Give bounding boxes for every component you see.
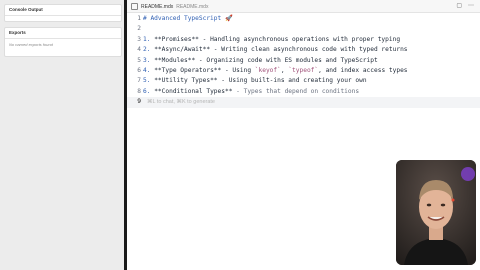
code-line[interactable]: 6 4. **Type Operators** - Using `keyof`, … (127, 66, 480, 76)
exports-panel: Exports No named exports found (4, 27, 122, 57)
more-actions-icon[interactable]: ⋯ (468, 2, 474, 9)
inline-ai-hint: ⌘L to chat, ⌘K to generate (147, 99, 215, 106)
code-line[interactable]: 4 2. **Async/Await** - Writing clean asyn… (127, 45, 480, 55)
console-output-title: Console Output (5, 5, 121, 16)
tab-actions: ▢ ⋯ (456, 2, 474, 9)
file-icon (131, 3, 138, 10)
line-text: 5. **Utility Types** - Using built-ins a… (143, 77, 367, 85)
console-output-panel: Console Output (4, 4, 122, 22)
line-text: 2. **Async/Await** - Writing clean async… (143, 46, 408, 54)
line-number: 3 (137, 35, 141, 43)
left-panel: Console Output Exports No named exports … (0, 0, 124, 270)
code-line[interactable]: 8 6. **Conditional Types** - Types that d… (127, 87, 480, 97)
line-number: 4 (137, 46, 141, 54)
code-line[interactable]: 1 # Advanced TypeScript 🚀 (127, 14, 480, 24)
exports-empty-text: No named exports found (9, 42, 53, 47)
line-number: 6 (137, 66, 141, 74)
line-number: 8 (137, 87, 141, 95)
tab-bar: README.mdx README.mdx ▢ ⋯ (127, 0, 480, 13)
line-number: 9 (137, 98, 141, 106)
line-number: 7 (137, 77, 141, 85)
code-line[interactable]: 7 5. **Utility Types** - Using built-ins … (127, 76, 480, 86)
exports-title: Exports (5, 28, 121, 39)
split-editor-icon[interactable]: ▢ (456, 2, 462, 9)
line-text: 1. **Promises** - Handling asynchronous … (143, 35, 401, 43)
line-text: 4. **Type Operators** - Using `keyof`, `… (143, 66, 408, 74)
tab-path: README.mdx (176, 3, 209, 10)
tab-readme[interactable]: README.mdx README.mdx (131, 2, 208, 11)
line-text: # Advanced TypeScript 🚀 (143, 15, 233, 22)
code-line[interactable]: 2 (127, 24, 480, 34)
line-text: 6. **Conditional Types** - Types that de… (143, 87, 360, 95)
code-line[interactable]: 3 1. **Promises** - Handling asynchronous… (127, 35, 480, 45)
code-area[interactable]: 1 # Advanced TypeScript 🚀 2 3 1. **Promises*… (127, 14, 480, 108)
code-line[interactable]: 5 3. **Modules** - Organizing code with E… (127, 56, 480, 66)
line-text: 3. **Modules** - Organizing code with ES… (143, 56, 378, 64)
tab-filename: README.mdx (141, 3, 174, 10)
line-number: 5 (137, 56, 141, 64)
presenter-video (396, 160, 476, 265)
code-line[interactable]: 9 ⌘L to chat, ⌘K to generate (127, 97, 480, 108)
line-number: 1 (137, 15, 141, 22)
webcam-overlay (396, 160, 476, 265)
line-number: 2 (137, 25, 141, 33)
